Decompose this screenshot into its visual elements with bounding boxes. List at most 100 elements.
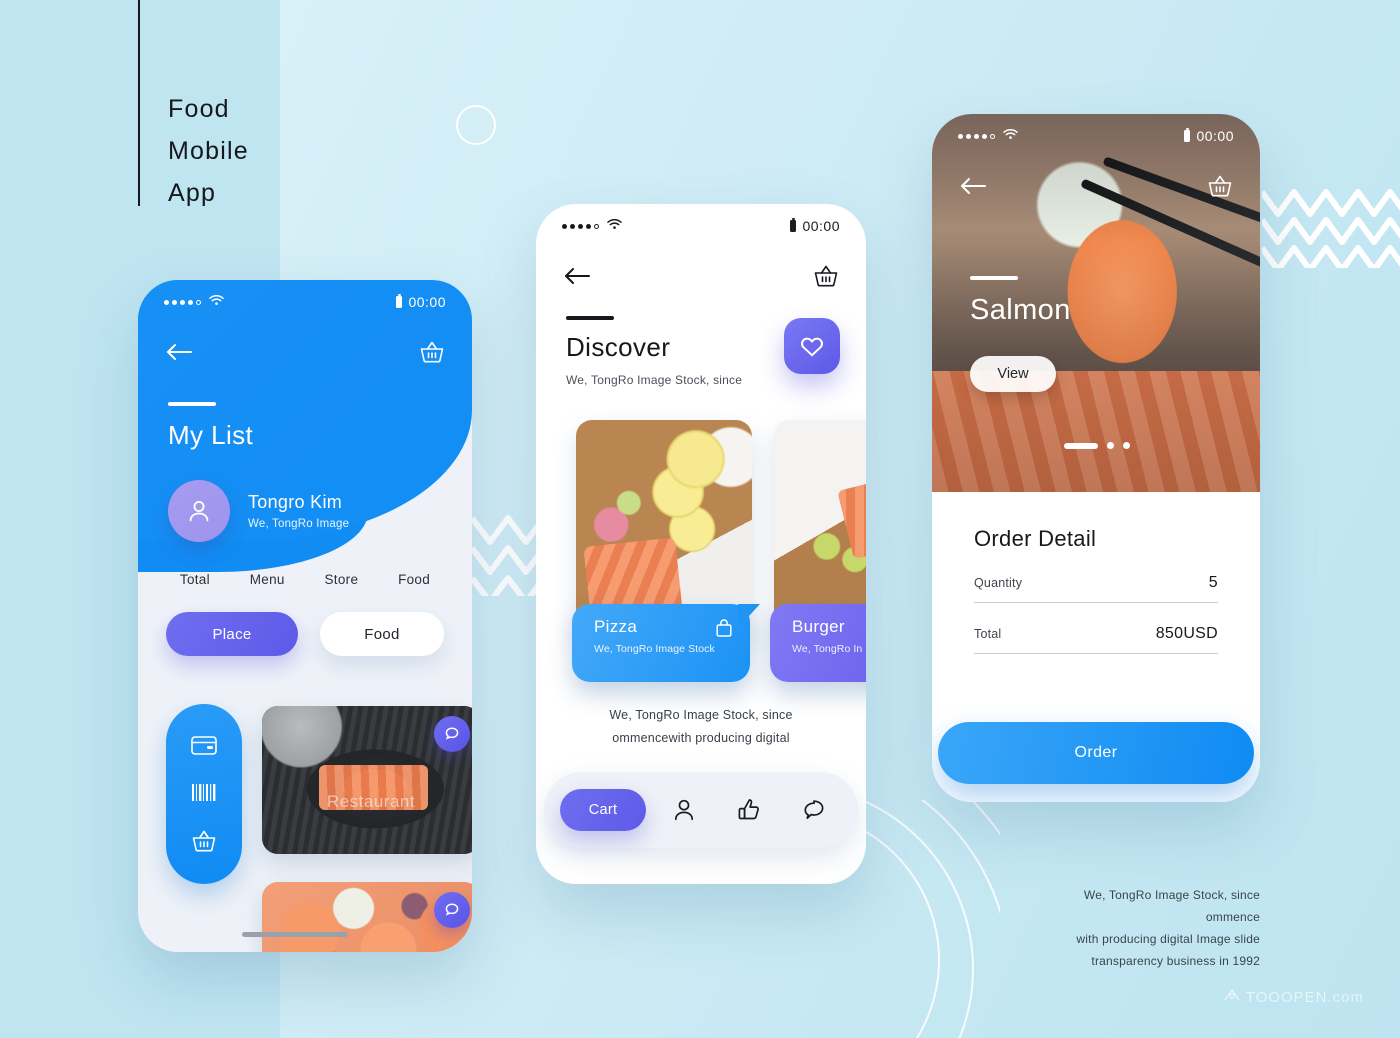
barcode-icon[interactable] — [191, 783, 217, 801]
phone1-side-toolbar — [166, 704, 242, 884]
phone1-action-pills: Place Food — [166, 612, 444, 656]
person-icon[interactable] — [656, 798, 711, 822]
phone3-navbar — [932, 162, 1260, 210]
wifi-icon — [209, 293, 224, 311]
phone1-status-bar: 00:00 — [138, 280, 472, 324]
shopping-bag-icon[interactable] — [716, 619, 732, 642]
phone2-navbar — [536, 252, 866, 300]
chat-bubble-icon[interactable] — [787, 798, 842, 822]
card-title: Pizza — [594, 617, 638, 636]
accent-rule — [566, 316, 614, 320]
card-overlay-label: Restaurant — [326, 792, 416, 811]
order-button[interactable]: Order — [938, 722, 1254, 784]
tab-total[interactable]: Total — [180, 572, 210, 587]
home-indicator[interactable] — [242, 932, 348, 937]
carousel-dot-active[interactable] — [1064, 442, 1098, 449]
chat-bubble-icon[interactable] — [434, 716, 470, 752]
phone-my-list: 00:00 My List Tongro Kim We, TongRo Imag… — [138, 280, 472, 952]
thumbs-up-icon[interactable] — [721, 798, 776, 822]
user-name: Tongro Kim — [248, 492, 343, 512]
phone3-hero-header: Salmon — [970, 276, 1071, 327]
basket-icon[interactable] — [420, 341, 444, 363]
detail-row-total: Total 850USD — [974, 603, 1218, 654]
phone2-header: Discover We, TongRo Image Stock, since — [566, 316, 742, 387]
basket-icon[interactable] — [1208, 175, 1232, 197]
back-arrow-icon[interactable] — [166, 343, 192, 361]
basket-icon[interactable] — [814, 265, 838, 287]
decorative-zigzag-right — [1262, 176, 1400, 268]
accent-rule — [168, 402, 216, 406]
quantity-label: Quantity — [974, 576, 1023, 590]
battery-icon — [1184, 127, 1191, 142]
discover-card-label: Pizza We, TongRo Image Stock — [572, 604, 750, 682]
phone-discover: 00:00 Discover We, TongRo Image Stock, s… — [536, 204, 866, 884]
poster-title: Food Mobile App — [168, 88, 249, 214]
cart-button[interactable]: Cart — [560, 789, 646, 831]
body-line-1: We, TongRo Image Stock, since — [609, 708, 793, 722]
phone1-tab-row: Total Menu Store Food — [138, 572, 472, 587]
page-title: Salmon — [970, 294, 1071, 326]
list-item[interactable] — [262, 882, 472, 952]
discover-card[interactable]: Burger We, TongRo In — [770, 420, 866, 682]
phone-order-detail: 00:00 Salmon View Order Detail Quantity … — [932, 114, 1260, 802]
card-icon[interactable] — [191, 736, 217, 756]
discover-card[interactable]: Pizza We, TongRo Image Stock — [572, 420, 752, 682]
watermark-logo-icon — [1223, 988, 1241, 1006]
wifi-icon — [607, 217, 622, 235]
battery-icon — [396, 293, 403, 308]
signal-dots-icon — [958, 133, 995, 139]
list-item[interactable]: Restaurant — [262, 706, 472, 854]
card-subtitle: We, TongRo In — [792, 643, 863, 655]
discover-card-label: Burger We, TongRo In — [770, 604, 866, 682]
phone1-header: My List — [168, 402, 253, 451]
watermark: TOOOPEN.com — [1223, 988, 1364, 1006]
carousel-dot[interactable] — [1123, 442, 1130, 449]
carousel-dot[interactable] — [1107, 442, 1114, 449]
poster-caption: We, TongRo Image Stock, since ommence wi… — [1030, 884, 1260, 972]
caption-line-2: with producing digital Image slide — [1076, 932, 1260, 946]
wifi-icon — [1003, 127, 1018, 145]
card-subtitle: We, TongRo Image Stock — [594, 643, 715, 655]
user-subtitle: We, TongRo Image — [248, 518, 350, 530]
battery-icon — [790, 217, 797, 232]
status-time: 00:00 — [1196, 128, 1234, 144]
avatar — [168, 480, 230, 542]
phone1-user-block: Tongro Kim We, TongRo Image — [168, 480, 349, 542]
status-time: 00:00 — [802, 218, 840, 234]
view-button[interactable]: View — [970, 356, 1056, 392]
tab-menu[interactable]: Menu — [250, 572, 285, 587]
place-button[interactable]: Place — [166, 612, 298, 656]
card-title: Burger — [792, 617, 845, 636]
decorative-circle — [456, 105, 496, 145]
back-arrow-icon[interactable] — [960, 177, 986, 195]
caption-line-1: We, TongRo Image Stock, since ommence — [1083, 888, 1260, 924]
title-vertical-rule — [138, 0, 140, 206]
phone3-status-bar: 00:00 — [932, 114, 1260, 158]
back-arrow-icon[interactable] — [564, 267, 590, 285]
status-time: 00:00 — [408, 294, 446, 310]
phone2-status-bar: 00:00 — [536, 204, 866, 248]
phone1-navbar — [138, 328, 472, 376]
tab-store[interactable]: Store — [325, 572, 359, 587]
poster-title-line-3: App — [168, 179, 217, 207]
heart-icon[interactable] — [784, 318, 840, 374]
chat-bubble-icon[interactable] — [434, 892, 470, 928]
signal-dots-icon — [562, 223, 599, 229]
page-title: Discover — [566, 332, 671, 362]
watermark-text: TOOOPEN.com — [1245, 988, 1364, 1006]
carousel-indicator[interactable] — [1064, 442, 1130, 449]
bottom-navigation-bar: Cart — [544, 772, 858, 848]
tab-food[interactable]: Food — [398, 572, 430, 587]
total-label: Total — [974, 627, 1002, 641]
page-title: My List — [168, 420, 254, 450]
total-value: 850USD — [1155, 625, 1218, 642]
accent-rule — [970, 276, 1018, 280]
quantity-value: 5 — [1208, 574, 1218, 591]
poster-title-line-1: Food — [168, 95, 230, 123]
food-button[interactable]: Food — [320, 612, 444, 656]
sheet-title: Order Detail — [974, 526, 1097, 551]
page-subtitle: We, TongRo Image Stock, since — [566, 373, 743, 387]
body-line-2: ommencewith producing digital — [612, 731, 790, 745]
basket-icon[interactable] — [191, 830, 217, 852]
phone2-card-row: Pizza We, TongRo Image Stock Burger We, … — [536, 420, 866, 696]
